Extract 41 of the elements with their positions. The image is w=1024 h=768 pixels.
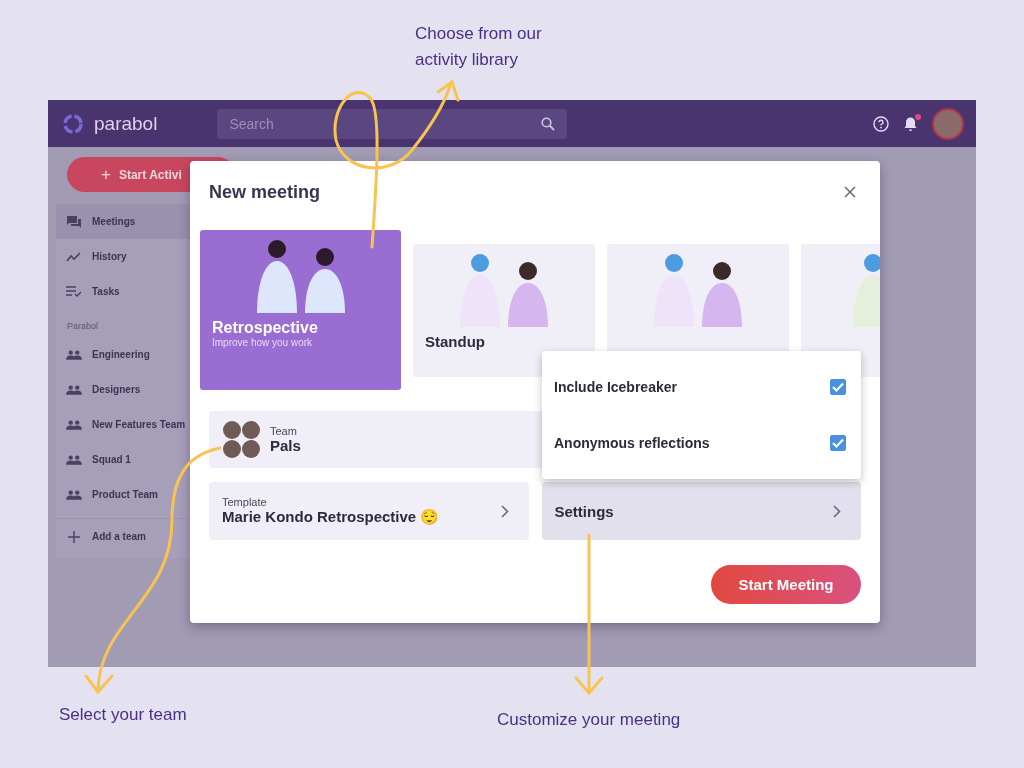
people-icon — [66, 384, 82, 395]
logo-icon — [62, 112, 84, 135]
settings-button[interactable]: Settings — [541, 482, 861, 540]
field-label: Team — [270, 425, 298, 437]
help-icon[interactable] — [873, 115, 889, 132]
search-field[interactable]: Search — [217, 108, 568, 139]
chat-icon — [66, 214, 82, 229]
checkbox[interactable] — [830, 379, 846, 395]
callout-text: Select your team — [59, 704, 187, 726]
plus-icon — [66, 530, 82, 543]
chevron-right-icon — [833, 504, 841, 518]
people-icon — [66, 489, 82, 500]
people-icon — [66, 419, 82, 430]
close-icon[interactable] — [844, 186, 856, 198]
checkbox[interactable] — [830, 435, 846, 451]
option-label: Include Icebreaker — [554, 379, 677, 395]
activity-title: Standup — [425, 332, 486, 350]
member-avatar — [223, 421, 241, 439]
template-selector[interactable]: Template Marie Kondo Retrospective 😌 — [209, 482, 529, 540]
member-avatar — [242, 421, 260, 439]
chevron-right-icon — [500, 504, 509, 518]
user-avatar[interactable] — [932, 107, 964, 140]
team-name: Pals — [270, 437, 301, 454]
callout-text: Customize your meeting — [497, 709, 681, 731]
activity-subtitle: Improve how you work — [212, 337, 314, 348]
people-icon — [66, 349, 82, 360]
member-avatar — [242, 440, 260, 458]
callout-text: Choose from our activity library — [415, 23, 543, 71]
start-meeting-button[interactable]: Start Meeting — [711, 565, 861, 604]
option-label: Anonymous reflections — [554, 435, 710, 451]
search-icon[interactable] — [541, 116, 556, 131]
people-icon — [66, 454, 82, 465]
activity-title: Retrospective — [212, 319, 319, 337]
activity-card[interactable]: Standup — [413, 243, 595, 377]
brand-name: parabol — [94, 112, 158, 135]
bell-icon[interactable] — [903, 115, 918, 132]
trend-icon — [66, 251, 82, 262]
activity-card[interactable]: Retrospective Improve how you work — [200, 230, 401, 390]
checklist-icon — [66, 286, 82, 297]
member-avatar — [223, 440, 241, 458]
field-label: Template — [222, 496, 268, 508]
